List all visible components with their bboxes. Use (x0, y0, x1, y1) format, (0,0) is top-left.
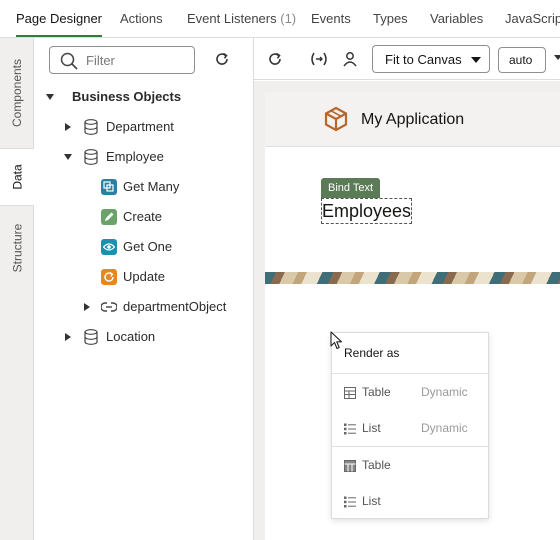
data-panel: Business Objects Department Employee Get… (34, 38, 254, 540)
employees-heading[interactable]: Employees (321, 198, 413, 224)
tab-events[interactable]: Events (311, 0, 351, 37)
variable-binding-icon[interactable] (309, 51, 329, 67)
tree-item-location[interactable]: Location (34, 322, 254, 352)
menu-item-list-dynamic[interactable]: List Dynamic (344, 421, 484, 437)
tab-label: Events (311, 11, 351, 26)
tab-javascript[interactable]: JavaScript (505, 0, 560, 37)
app-header: My Application (265, 92, 560, 147)
rail-tab-components[interactable]: Components (0, 38, 34, 148)
menu-item-sublabel: Dynamic (421, 421, 468, 435)
menu-item-list[interactable]: List (344, 494, 484, 510)
chevron-right-icon[interactable] (65, 123, 71, 131)
tab-variables[interactable]: Variables (430, 0, 484, 37)
tab-label: Variables (430, 11, 484, 26)
chevron-right-icon[interactable] (84, 303, 90, 311)
menu-item-table-dynamic[interactable]: Table Dynamic (344, 385, 484, 401)
menu-item-label: Table (362, 458, 391, 472)
tree-item-business-objects[interactable]: Business Objects (34, 82, 254, 112)
tree-item-label: Location (106, 329, 156, 344)
menu-item-sublabel: Dynamic (421, 385, 468, 399)
side-rail: Components Data Structure (0, 38, 35, 540)
tree-item-employee[interactable]: Employee (34, 142, 254, 172)
tab-label: Page Designer (16, 11, 102, 26)
tree-item-label: Update (123, 269, 165, 284)
chevron-down-icon[interactable] (64, 154, 72, 160)
decorative-banner (265, 272, 560, 284)
tab-count-badge: (1) (280, 11, 297, 26)
tab-page-designer[interactable]: Page Designer (16, 0, 102, 37)
menu-item-label: Table (362, 385, 391, 399)
tab-label: Event Listeners (187, 11, 277, 26)
divider (332, 446, 488, 447)
database-icon (84, 119, 98, 135)
filter-input[interactable] (86, 51, 186, 69)
app-title: My Application (361, 111, 465, 128)
menu-item-label: List (362, 421, 381, 435)
tree-item-create[interactable]: Create (34, 202, 254, 232)
chevron-right-icon[interactable] (65, 333, 71, 341)
tree-item-get-many[interactable]: Get Many (34, 172, 254, 202)
menu-item-table[interactable]: Table (344, 458, 484, 474)
rail-tab-structure[interactable]: Structure (0, 206, 34, 290)
menu-title: Render as (344, 346, 400, 360)
select-value: Fit to Canvas (385, 52, 462, 67)
filter-field[interactable] (49, 46, 195, 74)
tab-actions[interactable]: Actions (120, 0, 163, 37)
link-icon (101, 302, 117, 312)
database-icon (84, 149, 98, 165)
tab-label: JavaScript (505, 11, 560, 26)
rail-tab-label: Structure (10, 223, 24, 273)
render-as-menu: Render as Table Dynamic List Dynamic Tab… (331, 332, 489, 519)
refresh-icon[interactable] (214, 51, 230, 67)
update-icon (101, 269, 117, 285)
designer-tabs: Page Designer Actions Event Listeners (1… (0, 0, 560, 38)
cube-logo-icon (324, 106, 348, 132)
tab-label: Types (373, 11, 408, 26)
database-icon (84, 329, 98, 345)
tab-label: Actions (120, 11, 163, 26)
refresh-icon[interactable] (267, 51, 283, 67)
tree-item-department[interactable]: Department (34, 112, 254, 142)
list-icon (344, 423, 356, 435)
tree-item-get-one[interactable]: Get One (34, 232, 254, 262)
caret-down-icon (471, 57, 481, 63)
rail-tab-label: Components (10, 58, 25, 128)
zoom-value: auto (509, 53, 533, 67)
table-icon (344, 460, 356, 472)
mouse-cursor-icon (330, 331, 343, 350)
tree-item-label: departmentObject (123, 299, 227, 314)
tree-item-label: Employee (106, 149, 164, 164)
divider (332, 373, 488, 374)
tree-item-department-object[interactable]: departmentObject (34, 292, 254, 322)
tree-item-label: Get One (123, 239, 173, 254)
canvas-toolbar: Fit to Canvas auto (254, 38, 560, 80)
user-icon[interactable] (342, 51, 358, 67)
zoom-input[interactable]: auto (498, 47, 546, 73)
caret-down-icon[interactable] (554, 55, 560, 60)
menu-item-label: List (362, 494, 381, 508)
pencil-icon (101, 209, 117, 225)
fit-to-canvas-select[interactable]: Fit to Canvas (372, 45, 490, 73)
tree-item-label: Department (106, 119, 174, 134)
rail-tab-data[interactable]: Data (0, 148, 35, 206)
tree-item-label: Create (123, 209, 163, 224)
tree-item-label: Get Many (123, 179, 180, 194)
table-icon (344, 387, 356, 399)
tab-types[interactable]: Types (373, 0, 408, 37)
bind-text-tag[interactable]: Bind Text (321, 178, 381, 198)
tree-item-update[interactable]: Update (34, 262, 254, 292)
eye-icon (101, 239, 117, 255)
list-icon (344, 496, 356, 508)
tab-event-listeners[interactable]: Event Listeners (1) (187, 0, 297, 37)
rail-tab-label: Data (10, 164, 25, 190)
get-many-icon (101, 179, 117, 195)
chevron-down-icon[interactable] (46, 94, 54, 100)
search-icon (60, 52, 78, 70)
tree-item-label: Business Objects (72, 89, 182, 104)
